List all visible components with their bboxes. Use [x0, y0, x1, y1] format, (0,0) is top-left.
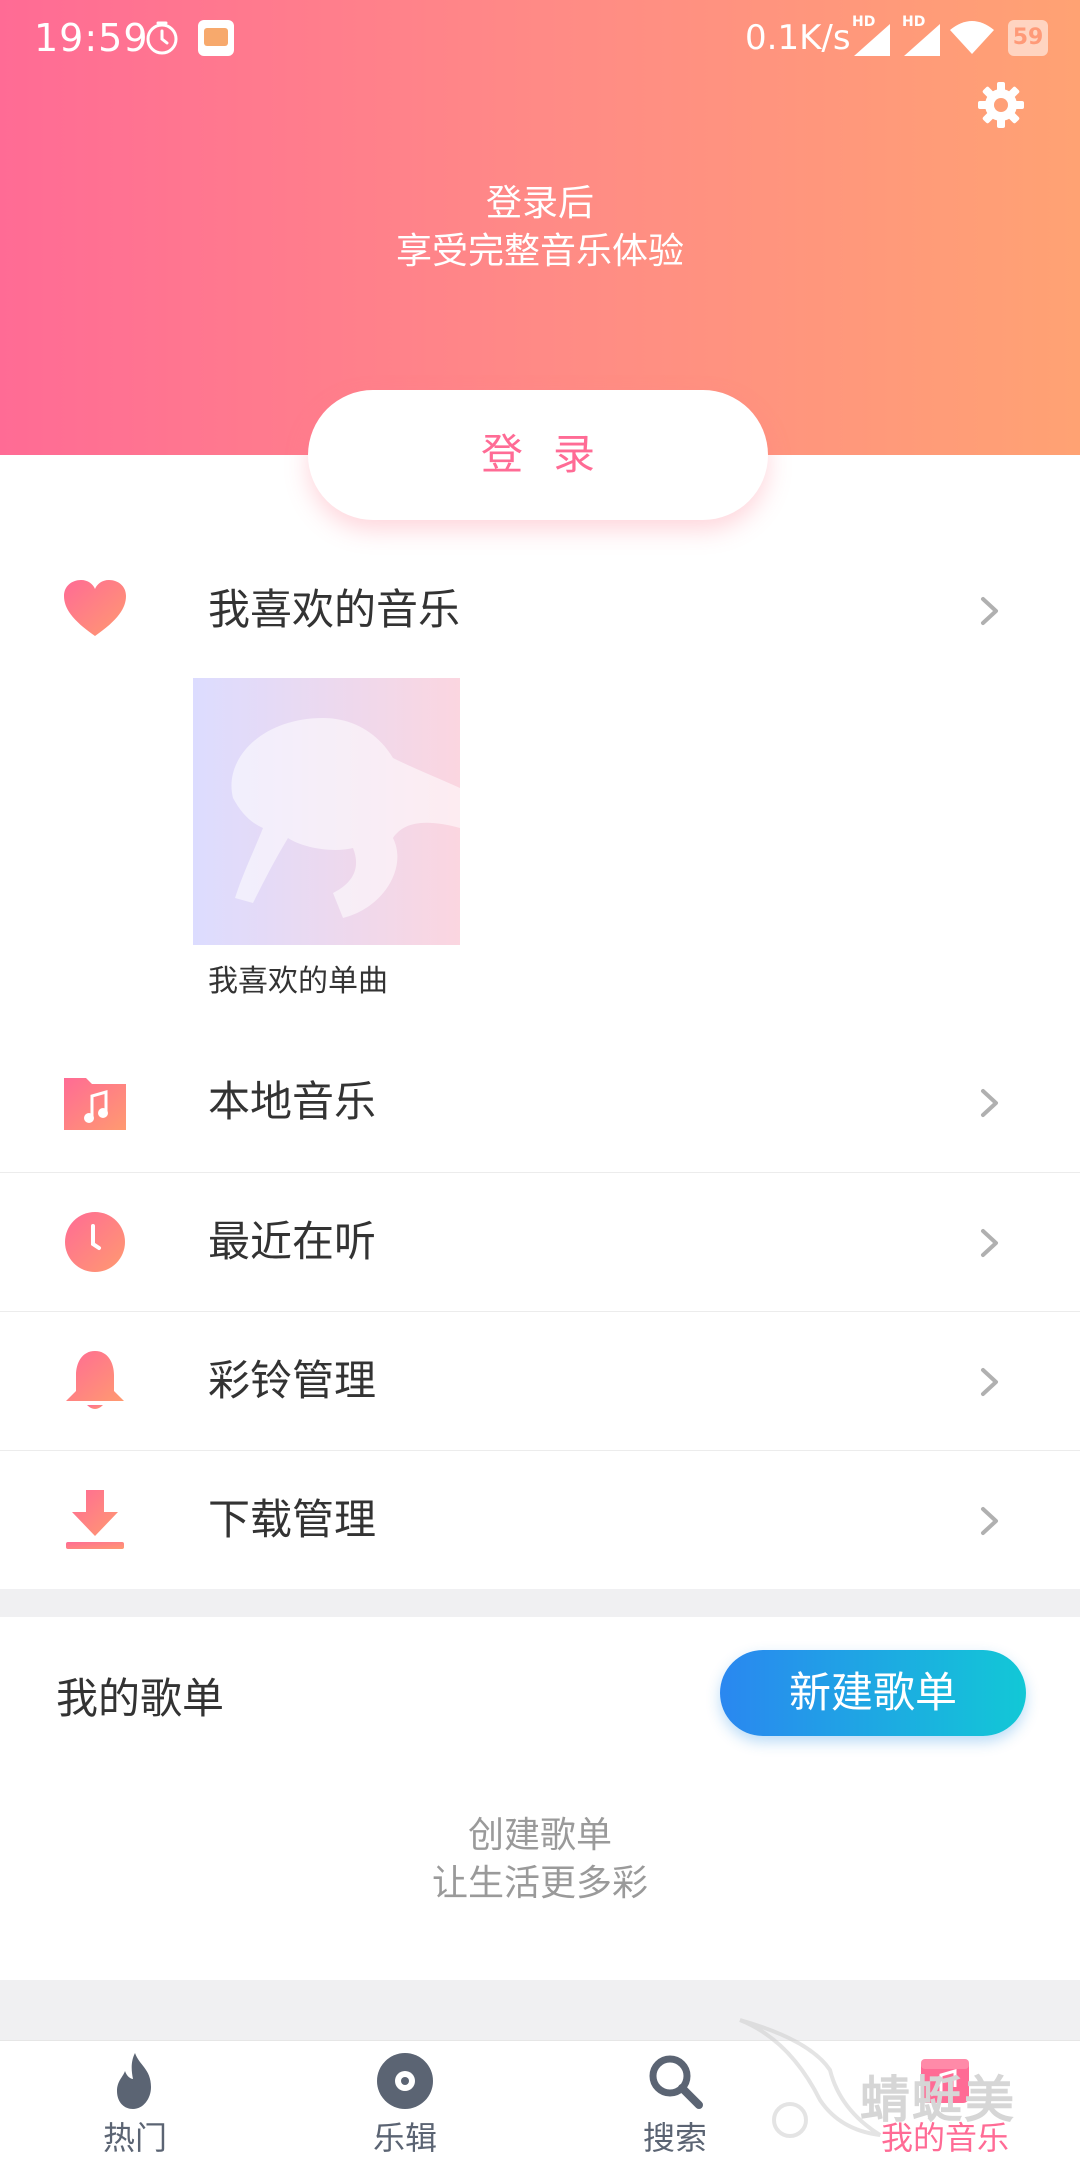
- alarm-icon: [146, 21, 178, 55]
- settings-gear-icon[interactable]: [976, 80, 1026, 130]
- login-prompt-line1: 登录后: [485, 183, 594, 224]
- favorite-songs-cover[interactable]: [193, 678, 460, 945]
- status-bar: 19:59 0.1K/s HD HD 59: [0, 0, 1080, 80]
- watermark-text: 蜻蜓美: [860, 2071, 1016, 2129]
- menu-item-recent[interactable]: 最近在听: [0, 1172, 1080, 1312]
- menu-item-label: 最近在听: [208, 1217, 377, 1266]
- tab-album[interactable]: 乐辑: [270, 2041, 540, 2161]
- bell-icon: [66, 1351, 124, 1409]
- new-playlist-button[interactable]: 新建歌单: [720, 1650, 1026, 1736]
- chevron-right-icon: [981, 1507, 998, 1535]
- login-prompt: 登录后 享受完整音乐体验: [0, 180, 1080, 276]
- favorite-songs-caption: 我喜欢的单曲: [208, 964, 388, 999]
- horse-logo-icon: [231, 718, 460, 918]
- chevron-right-icon: [981, 1229, 998, 1257]
- heart-icon: [64, 580, 126, 636]
- my-playlists-title: 我的歌单: [56, 1674, 225, 1723]
- tab-label: 乐辑: [372, 2119, 437, 2157]
- download-icon: [66, 1490, 124, 1549]
- login-button[interactable]: 登录: [308, 390, 768, 520]
- music-folder-icon: [64, 1078, 126, 1130]
- chevron-right-icon: [981, 1089, 998, 1117]
- menu-item-ringtone[interactable]: 彩铃管理: [0, 1311, 1080, 1451]
- network-speed: 0.1K/s: [745, 18, 851, 58]
- menu-item-label: 本地音乐: [208, 1077, 377, 1126]
- battery-indicator: 59: [1008, 20, 1048, 56]
- section-separator: [0, 1589, 1080, 1617]
- login-prompt-line2: 享受完整音乐体验: [395, 231, 684, 272]
- tab-hot[interactable]: 热门: [0, 2041, 270, 2161]
- menu-item-local-music[interactable]: 本地音乐: [0, 1032, 1080, 1172]
- empty-state-line2: 让生活更多彩: [431, 1863, 648, 1904]
- menu-item-label: 彩铃管理: [208, 1356, 377, 1405]
- signal-icon-1: [854, 24, 890, 56]
- playlist-empty-state: 创建歌单 让生活更多彩: [0, 1812, 1080, 1908]
- header-banner: 19:59 0.1K/s HD HD 59 登录后 享受完整音乐体验: [0, 0, 1080, 455]
- flame-icon: [117, 2053, 151, 2109]
- menu-item-label: 下载管理: [208, 1495, 377, 1544]
- disc-icon: [377, 2053, 433, 2109]
- favorites-row[interactable]: 我喜欢的音乐: [0, 540, 1080, 680]
- favorites-label: 我喜欢的音乐: [208, 585, 461, 634]
- menu-item-downloads[interactable]: 下载管理: [0, 1450, 1080, 1590]
- tab-label: 热门: [102, 2119, 167, 2157]
- search-icon: [649, 2055, 703, 2109]
- wifi-icon: [950, 21, 994, 54]
- signal-icon-2: [904, 24, 940, 56]
- status-time: 19:59: [34, 16, 149, 60]
- app-notification-icon: [198, 20, 234, 56]
- chevron-right-icon: [981, 1368, 998, 1396]
- clock-icon: [65, 1212, 125, 1272]
- chevron-right-icon: [981, 597, 998, 625]
- empty-state-line1: 创建歌单: [467, 1815, 612, 1856]
